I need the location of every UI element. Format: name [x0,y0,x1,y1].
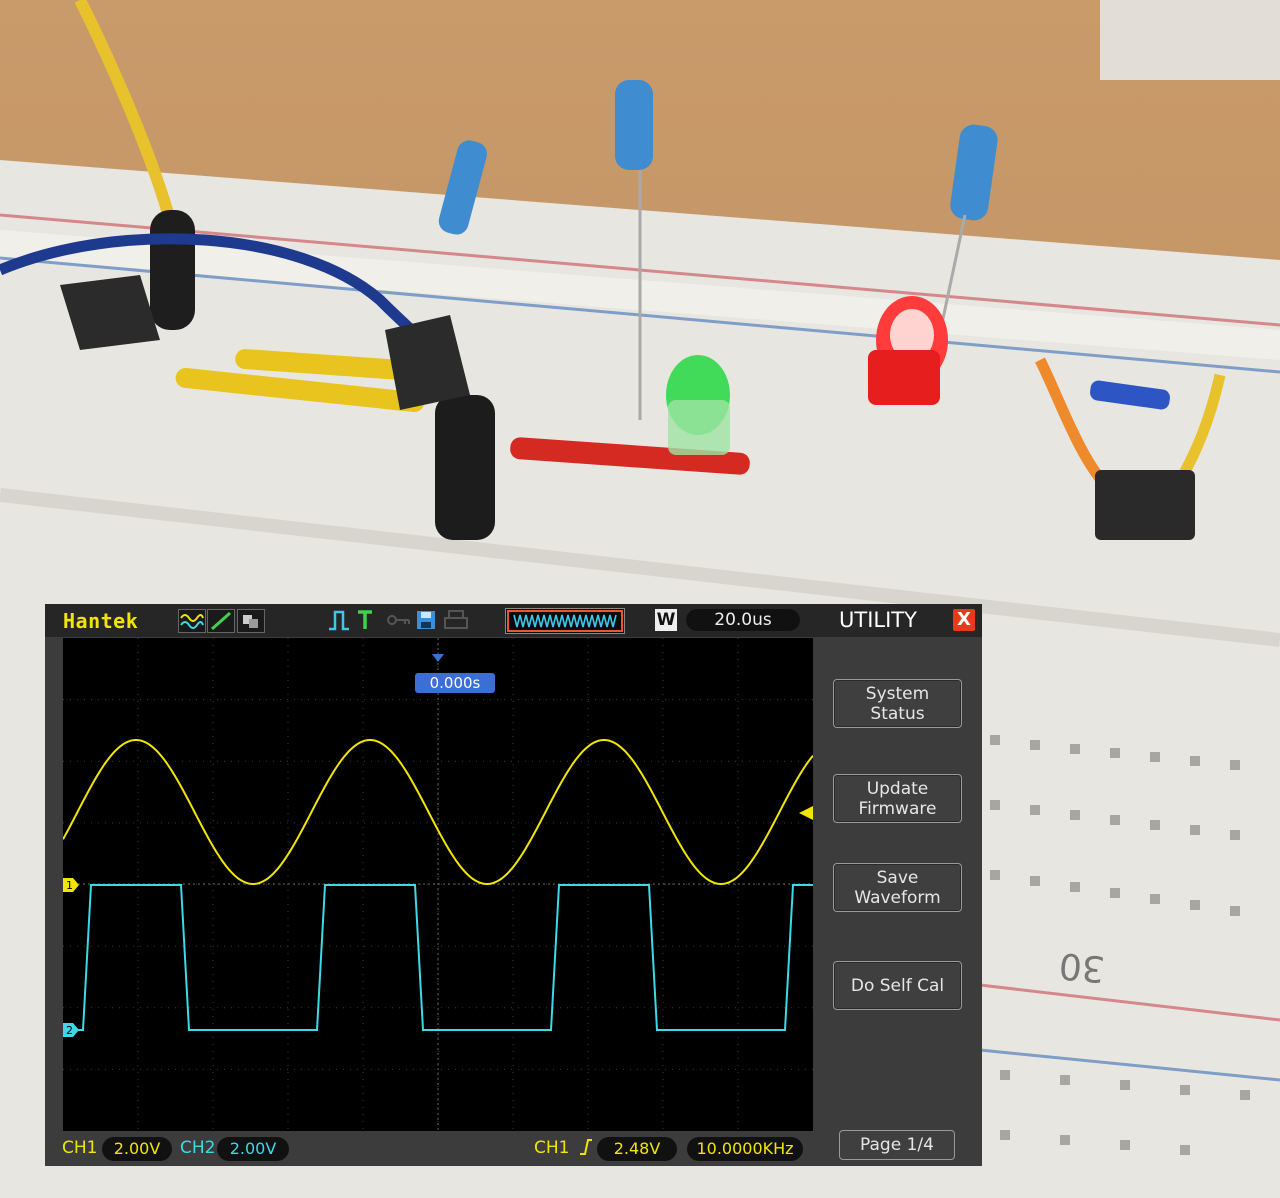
persistence-icon[interactable] [237,609,265,633]
rising-edge-icon [579,1139,592,1155]
ch1-marker-label: 1 [66,879,73,892]
self-cal-button[interactable]: Do Self Cal [833,961,962,1010]
memory-depth-indicator [505,608,625,634]
trigger-level-marker[interactable] [799,806,813,820]
button-label-line1: Save [876,867,919,888]
update-firmware-button[interactable]: Update Firmware [833,774,962,823]
save-waveform-button[interactable]: Save Waveform [833,863,962,912]
ch2-label: CH2 [180,1138,216,1158]
ch1-label: CH1 [62,1138,98,1158]
trigger-position-marker [432,654,444,662]
close-icon[interactable]: X [953,609,975,631]
trigger-status-icon [358,610,372,629]
printer-icon[interactable] [443,609,469,631]
waveform-display-icon[interactable] [178,609,206,633]
svg-text:30: 30 [1057,944,1106,989]
frequency-readout: 10.0000KHz [687,1137,803,1161]
trigger-level[interactable]: 2.48V [597,1137,677,1161]
button-label-line1: System [865,683,930,704]
trigger-type-pulse-icon[interactable] [327,609,351,631]
bottom-status-bar: CH1 2.00V CH2 2.00V CH1 2.48V 10.0000KHz [45,1132,813,1166]
brand-logo: Hantek [63,609,139,633]
button-label-line1: Update [866,778,929,799]
button-label-line2: Status [870,703,925,724]
menu-header: UTILITY X [813,604,982,637]
trigger-source-label: CH1 [534,1138,570,1158]
system-status-button[interactable]: System Status [833,679,962,728]
acquire-mode-badge: W [655,609,677,631]
ch2-marker-label: 2 [66,1024,73,1037]
vector-mode-icon[interactable] [207,609,235,633]
oscilloscope-panel: Hantek W 20.0us UTILITY X System Status … [45,604,982,1166]
button-label-line2: Firmware [858,798,937,819]
page-indicator-button[interactable]: Page 1/4 [839,1130,955,1160]
waveform-plot: 12 [63,638,813,1131]
trigger-position-readout: 0.000s [415,673,495,693]
lock-key-icon [387,615,410,625]
ch1-scale[interactable]: 2.00V [102,1137,172,1161]
button-label-line2: Waveform [854,887,941,908]
top-status-bar: Hantek W 20.0us [45,604,813,637]
save-disk-icon[interactable] [415,609,437,631]
timebase-readout[interactable]: 20.0us [686,609,800,631]
button-label-line1: Do Self Cal [850,975,945,996]
waveform-screen: 12 0.000s [63,638,813,1131]
menu-title: UTILITY [839,608,917,632]
trigger-source: CH1 [534,1138,593,1158]
ch2-scale[interactable]: 2.00V [217,1137,289,1161]
